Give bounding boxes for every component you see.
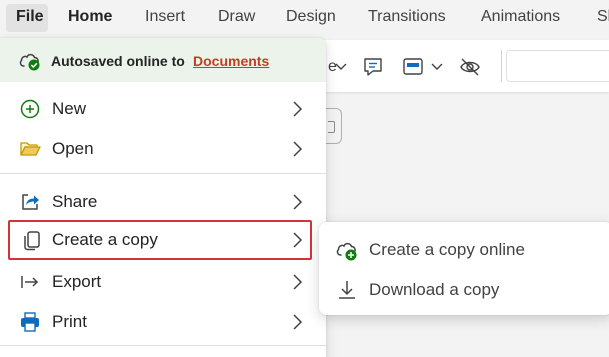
tab-draw[interactable]: Draw <box>218 8 255 26</box>
comment-icon[interactable] <box>362 56 384 78</box>
copy-icon <box>20 228 44 252</box>
chevron-right-icon <box>290 313 304 331</box>
menu-divider <box>0 345 326 346</box>
cloud-add-icon <box>335 238 359 262</box>
menu-item-label: Create a copy <box>52 230 158 249</box>
toolbar-input-box[interactable] <box>506 50 609 82</box>
menu-item-label: Export <box>52 272 102 291</box>
chevron-right-icon <box>290 140 304 158</box>
tab-home[interactable]: Home <box>68 8 112 26</box>
autosave-banner: Autosaved online to Documents <box>0 38 326 82</box>
menu-divider <box>0 173 326 174</box>
dropdown-chevron-icon[interactable] <box>334 56 348 76</box>
tab-transitions[interactable]: Transitions <box>368 8 446 26</box>
menu-item-label: New <box>52 99 87 118</box>
tab-insert[interactable]: Insert <box>145 8 185 26</box>
autosave-text: Autosaved online to <box>51 53 185 69</box>
toolbar-divider <box>501 50 502 82</box>
menu-item-label: Open <box>52 139 94 158</box>
export-arrow-icon <box>18 270 42 294</box>
download-icon <box>335 278 359 302</box>
chevron-right-icon <box>290 231 304 249</box>
share-icon <box>18 190 42 214</box>
submenu-item-download-a-copy[interactable]: Download a copy <box>319 270 609 310</box>
printer-icon <box>18 310 42 334</box>
file-menu: Autosaved online to Documents New Open S… <box>0 38 326 357</box>
cloud-check-icon <box>18 50 42 72</box>
plus-circle-icon <box>18 97 42 121</box>
layout-icon[interactable] <box>402 56 424 78</box>
ribbon-tab-bar: File Home Insert Draw Design Transitions… <box>0 0 609 36</box>
documents-link[interactable]: Documents <box>193 53 269 69</box>
menu-item-open[interactable]: Open <box>0 129 326 169</box>
menu-item-label: Share <box>52 192 98 211</box>
chevron-right-icon <box>290 100 304 118</box>
menu-item-create-a-copy[interactable]: Create a copy <box>8 220 312 260</box>
tab-slideshow[interactable]: Sl <box>597 8 609 26</box>
submenu-item-label: Create a copy online <box>369 240 525 259</box>
tab-animations[interactable]: Animations <box>481 8 560 26</box>
tab-file[interactable]: File <box>6 4 48 32</box>
menu-item-export[interactable]: Export <box>0 262 326 302</box>
menu-item-print[interactable]: Print <box>0 302 326 342</box>
create-a-copy-submenu: Create a copy online Download a copy <box>319 222 609 315</box>
submenu-item-create-a-copy-online[interactable]: Create a copy online <box>319 230 609 270</box>
tab-design[interactable]: Design <box>286 8 336 26</box>
chevron-right-icon <box>290 193 304 211</box>
chevron-right-icon <box>290 273 304 291</box>
menu-item-share[interactable]: Share <box>0 182 326 222</box>
menu-item-label: Print <box>52 312 87 331</box>
folder-open-icon <box>18 137 42 161</box>
submenu-item-label: Download a copy <box>369 280 500 299</box>
dropdown-chevron-icon[interactable] <box>430 56 444 76</box>
hide-icon[interactable] <box>459 56 481 78</box>
menu-item-new[interactable]: New <box>0 89 326 129</box>
